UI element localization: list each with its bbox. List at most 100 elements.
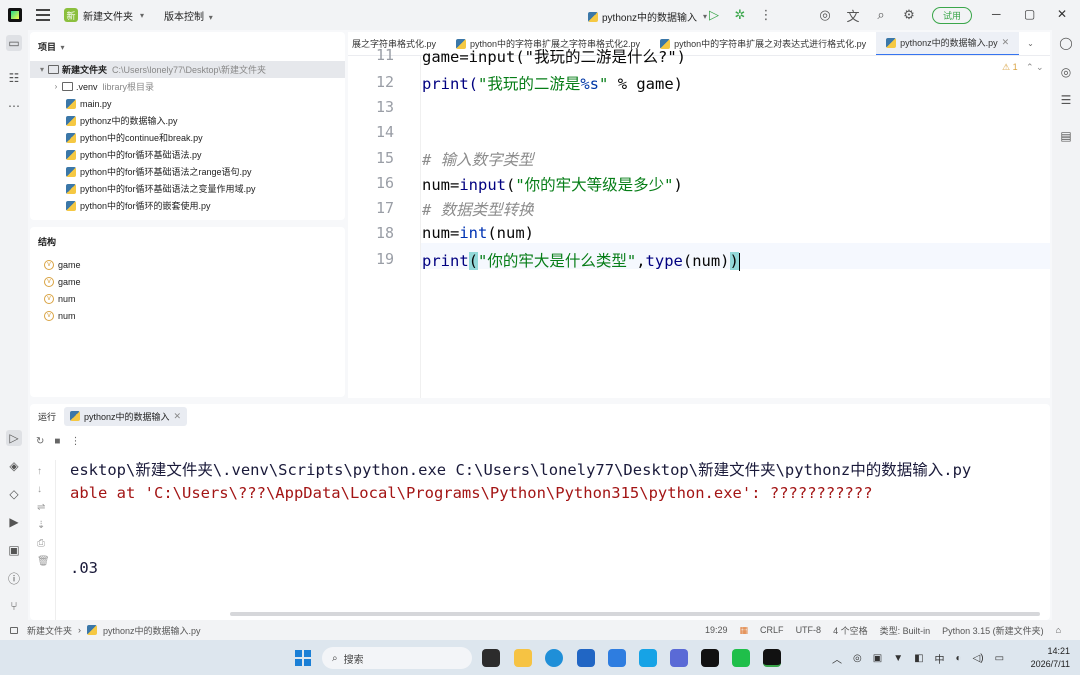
structure-tool-icon[interactable]: ☷ (6, 70, 22, 86)
notifications-icon[interactable]: ◯ (1058, 35, 1074, 51)
tree-item-file[interactable]: python中的for循环的嵌套使用.py (30, 197, 345, 214)
layers-icon[interactable]: ◇ (6, 486, 22, 502)
file-explorer-icon[interactable] (514, 649, 532, 667)
ime-indicator[interactable]: 中 (935, 651, 945, 666)
app-icon[interactable] (670, 649, 688, 667)
search-placeholder: 搜索 (343, 654, 364, 666)
tree-item-venv[interactable]: › .venv library根目录 (30, 78, 345, 95)
tree-item-file[interactable]: main.py (30, 95, 345, 112)
language-icon[interactable]: ◐ (956, 653, 962, 664)
python-interpreter[interactable]: Python 3.15 (新建文件夹) (942, 624, 1044, 637)
vcs-menu[interactable]: 版本控制 ▾ (164, 8, 213, 23)
tray-app-icon[interactable]: ▣ (873, 653, 882, 664)
structure-item[interactable]: v num (30, 307, 345, 324)
task-view-icon[interactable] (482, 649, 500, 667)
tray-app-icon[interactable]: ◧ (914, 653, 923, 664)
run-icon[interactable]: ▷ (706, 7, 722, 23)
minimize-button[interactable]: ─ (992, 7, 1001, 21)
battery-icon[interactable]: ▭ (995, 653, 1004, 664)
tray-app-icon[interactable]: ◎ (853, 653, 862, 664)
scroll-to-end-icon[interactable]: ⇣ (37, 520, 45, 531)
project-tool-icon[interactable]: ▭ (6, 35, 22, 51)
more-icon[interactable]: ⋮ (758, 7, 774, 23)
project-panel-header[interactable]: 项目 ▾ (30, 32, 345, 61)
taskbar-search[interactable]: ⌕ 搜索 (322, 647, 472, 669)
project-switcher[interactable]: 新 新建文件夹 ▾ (64, 8, 144, 23)
code-line-12[interactable]: print("我玩的二游是%s" % game) (422, 72, 683, 94)
debug-icon[interactable]: ✲ (732, 7, 748, 23)
settings-gear-icon[interactable]: ⚙ (900, 6, 918, 24)
tree-item-label: .venv (76, 81, 98, 92)
more-icon[interactable]: ⋮ (70, 436, 80, 447)
ai-assistant-icon[interactable]: ◎ (816, 6, 834, 24)
indent-setting[interactable]: 4 个空格 (833, 624, 868, 637)
windows-start-icon[interactable] (295, 650, 311, 666)
tree-item-file[interactable]: python中的continue和break.py (30, 129, 345, 146)
database-icon[interactable]: ☰ (1058, 92, 1074, 108)
app-icon[interactable] (608, 649, 626, 667)
code-line-17[interactable]: # 数据类型转换 (422, 198, 534, 220)
code-line-11[interactable]: game=input("我玩的二游是什么?") (422, 45, 686, 67)
file-encoding[interactable]: UTF-8 (796, 625, 822, 635)
tab-close-icon[interactable]: ✕ (1002, 37, 1010, 48)
main-menu-icon[interactable] (36, 9, 50, 21)
structure-item[interactable]: v game (30, 273, 345, 290)
translate-icon[interactable]: 文 (844, 6, 862, 24)
terminal-icon[interactable]: ▣ (6, 542, 22, 558)
edge-browser-icon[interactable] (545, 649, 563, 667)
search-icon[interactable]: ⌕ (872, 6, 890, 24)
rerun-icon[interactable]: ↻ (36, 436, 44, 447)
tree-item-file[interactable]: python中的for循环基础语法之range语句.py (30, 163, 345, 180)
run-tab[interactable]: pythonz中的数据输入 ✕ (64, 406, 188, 426)
warning-indicator[interactable]: ⚠ 1 (1002, 62, 1018, 73)
tree-item-file[interactable]: pythonz中的数据输入.py (30, 112, 345, 129)
tree-item-file[interactable]: python中的for循环基础语法之变量作用域.py (30, 180, 345, 197)
system-clock[interactable]: 14:21 2026/7/11 (1024, 645, 1070, 671)
run-tool-icon[interactable]: ▷ (6, 430, 22, 446)
breadcrumb-root[interactable]: 新建文件夹 (27, 624, 72, 637)
scroll-down-icon[interactable]: ↓ (37, 484, 42, 495)
tree-root-folder[interactable]: ▾ 新建文件夹 C:\Users\lonely77\Desktop\新建文件夹 (30, 61, 345, 78)
breadcrumb-file[interactable]: pythonz中的数据输入.py (103, 624, 201, 637)
soft-wrap-icon[interactable]: ⇌ (37, 502, 45, 513)
structure-item[interactable]: v num (30, 290, 345, 307)
store-icon[interactable] (577, 649, 595, 667)
print-icon[interactable]: ⎙ (37, 538, 45, 549)
scroll-up-icon[interactable]: ↑ (37, 466, 42, 477)
lock-icon[interactable]: ⌂ (1056, 625, 1061, 635)
stop-icon[interactable]: ■ (54, 436, 60, 447)
close-button[interactable]: ✕ (1057, 7, 1067, 21)
code-line-19[interactable]: print("你的牢大是什么类型",type(num)) (422, 249, 741, 271)
bilibili-icon[interactable] (639, 649, 657, 667)
trial-button[interactable]: 试用 (932, 6, 973, 24)
problems-icon[interactable]: ⓘ (6, 570, 22, 586)
tiktok-icon[interactable] (701, 649, 719, 667)
structure-item[interactable]: v game (30, 256, 345, 273)
tab-close-icon[interactable]: ✕ (174, 411, 182, 422)
cursor-position[interactable]: 19:29 (705, 625, 728, 635)
more-tools-icon[interactable]: ⋯ (6, 98, 22, 114)
sciview-icon[interactable]: ▤ (1058, 128, 1074, 144)
pycharm-taskbar-icon[interactable] (763, 649, 781, 667)
line-separator[interactable]: CRLF (760, 625, 784, 635)
chevron-up-icon[interactable]: ︿ (832, 651, 842, 666)
tabs-overflow-chevron[interactable]: ⌄ (1019, 32, 1040, 55)
tray-app-icon[interactable]: ▼ (893, 653, 903, 664)
editor-tab-active[interactable]: pythonz中的数据输入.py ✕ (876, 32, 1020, 55)
code-line-15[interactable]: # 输入数字类型 (422, 148, 534, 170)
horizontal-scrollbar[interactable] (230, 612, 1040, 616)
clear-trash-icon[interactable]: 🗑 (37, 556, 50, 567)
tree-item-file[interactable]: python中的for循环基础语法.py (30, 146, 345, 163)
type-info[interactable]: 类型: Built-in (880, 624, 931, 637)
git-icon[interactable]: ⑂ (6, 598, 22, 614)
navigate-arrows[interactable]: ⌃ ⌄ (1026, 62, 1044, 73)
services-icon[interactable]: ▶ (6, 514, 22, 530)
maximize-button[interactable]: ▢ (1024, 7, 1035, 21)
code-line-16[interactable]: num=input("你的牢大等级是多少") (422, 173, 683, 195)
python-packages-icon[interactable]: ◈ (6, 458, 22, 474)
wechat-icon[interactable] (732, 649, 750, 667)
run-config-selector[interactable]: pythonz中的数据输入 ▾ (588, 9, 707, 24)
ai-chat-icon[interactable]: ◎ (1058, 64, 1074, 80)
code-line-18[interactable]: num=int(num) (422, 224, 534, 242)
volume-icon[interactable]: ◁) (973, 653, 984, 664)
